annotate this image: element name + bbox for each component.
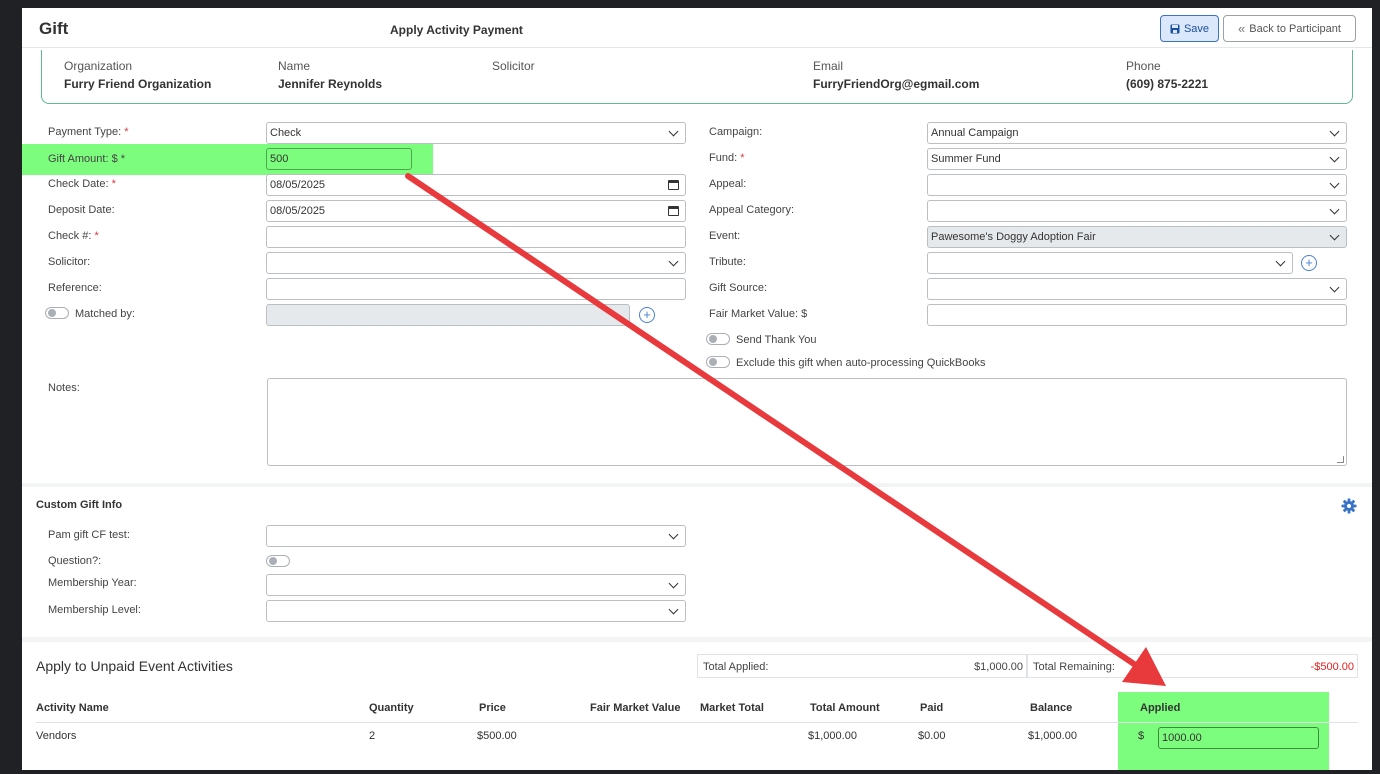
gift-page: Gift Apply Activity Payment Save « Back … [22, 8, 1372, 770]
annotation-arrow [405, 173, 1166, 686]
